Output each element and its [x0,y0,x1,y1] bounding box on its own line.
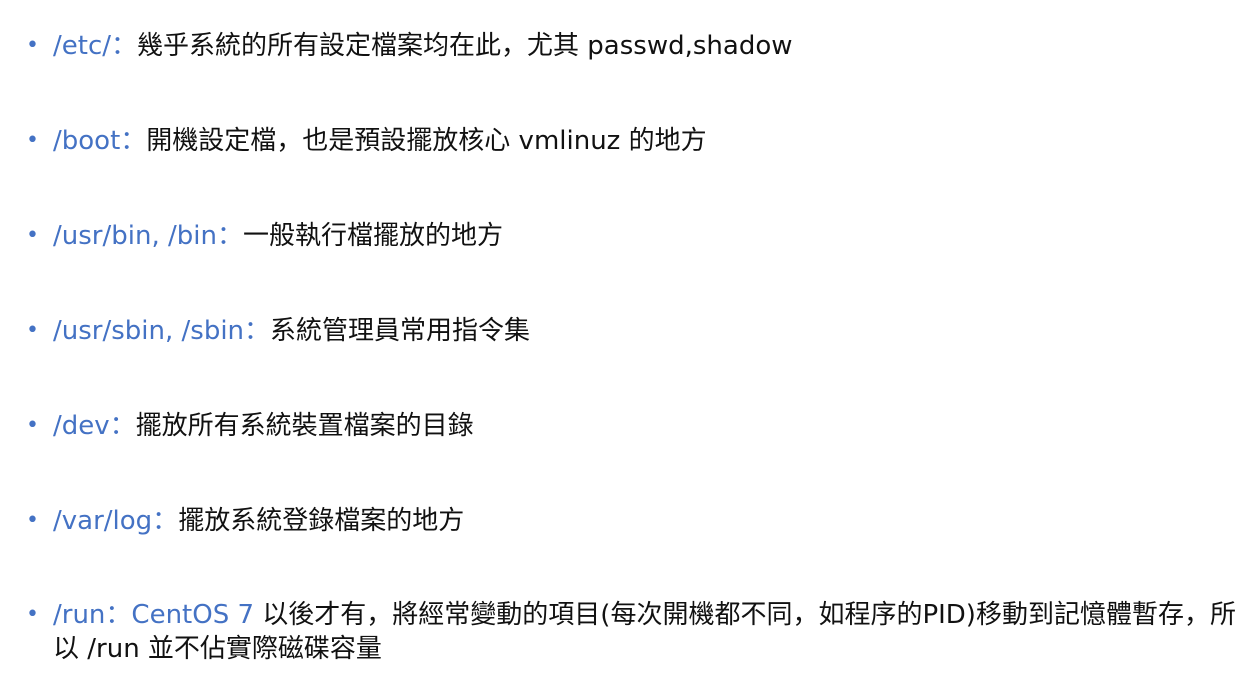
description: 擺放系統登錄檔案的地方 [178,506,465,536]
path-label: /var/log [53,506,153,536]
separator: ： [105,600,132,630]
path-label: /usr/bin, /bin [53,221,217,251]
list-item-etc: • /etc/：幾乎系統的所有設定檔案均在此，尤其 passwd,shadow [26,28,1251,64]
bullet-icon: • [26,508,39,533]
bullet-icon: • [26,223,39,248]
description: 一般執行檔擺放的地方 [242,221,503,251]
separator: ： [244,316,271,346]
path-label: /usr/sbin, /sbin [53,316,245,346]
list-item-dev: • /dev：擺放所有系統裝置檔案的目錄 [26,408,1251,444]
path-label: /run [53,600,106,630]
separator: ： [120,126,147,156]
path-label: /dev [53,411,110,441]
separator: ： [109,411,136,441]
list-item-boot: • /boot：開機設定檔，也是預設擺放核心 vmlinuz 的地方 [26,123,1251,159]
description: 系統管理員常用指令集 [270,316,531,346]
path-label: /etc/ [53,31,112,61]
separator: ： [111,31,138,61]
bullet-icon: • [26,128,39,153]
description: 開機設定檔，也是預設擺放核心 vmlinuz 的地方 [146,126,707,156]
list-item-run: • /run：CentOS 7 以後才有，將經常變動的項目(每次開機都不同，如程… [26,598,1251,666]
separator: ： [216,221,243,251]
bullet-icon: • [26,602,39,627]
bullet-icon: • [26,413,39,438]
bullet-list: • /etc/：幾乎系統的所有設定檔案均在此，尤其 passwd,shadow … [26,28,1251,666]
list-item-var-log: • /var/log：擺放系統登錄檔案的地方 [26,503,1251,539]
bullet-icon: • [26,318,39,343]
bullet-icon: • [26,33,39,58]
description: 幾乎系統的所有設定檔案均在此，尤其 passwd,shadow [137,31,793,61]
description: 擺放所有系統裝置檔案的目錄 [135,411,474,441]
slide: • /etc/：幾乎系統的所有設定檔案均在此，尤其 passwd,shadow … [0,0,1258,687]
os-version-label: CentOS 7 [131,600,255,630]
separator: ： [152,506,179,536]
list-item-usr-bin: • /usr/bin, /bin：一般執行檔擺放的地方 [26,218,1251,254]
path-label: /boot [53,126,121,156]
list-item-usr-sbin: • /usr/sbin, /sbin：系統管理員常用指令集 [26,313,1251,349]
